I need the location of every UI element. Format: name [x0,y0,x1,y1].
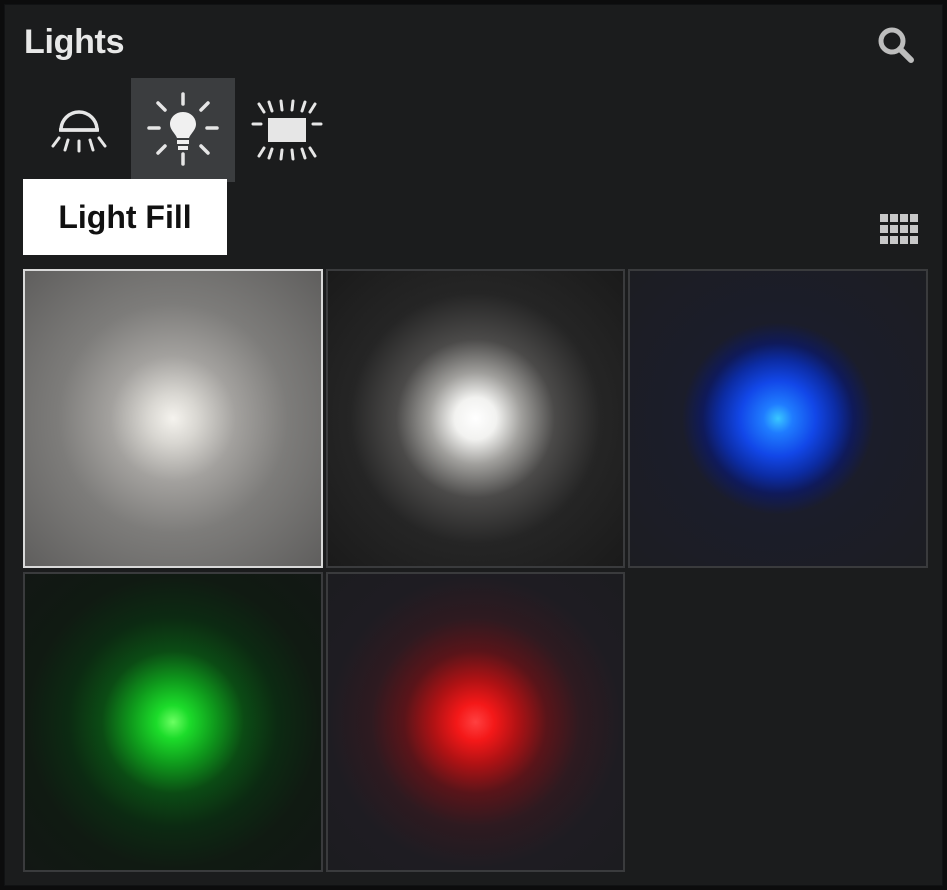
tab-ceiling-light[interactable] [27,78,131,182]
preset-tile-white-spot[interactable] [326,269,625,568]
preset-tile-blue[interactable] [628,269,928,568]
panel-title: Lights [24,23,125,61]
tab-light-bulb[interactable] [131,78,235,182]
tooltip: Light Fill [23,179,227,255]
tab-light-panel[interactable] [235,78,339,182]
preset-tile-green[interactable] [23,572,323,872]
ceiling-light-icon [51,110,107,153]
search-icon[interactable] [876,25,916,65]
light-bulb-icon [147,92,219,166]
preset-tile-white-soft[interactable] [23,269,323,568]
light-panel-icon [251,99,323,161]
grid-view-icon[interactable] [880,214,918,246]
preset-tile-red[interactable] [326,572,625,872]
lights-panel: Lights Light Fill [4,4,943,886]
